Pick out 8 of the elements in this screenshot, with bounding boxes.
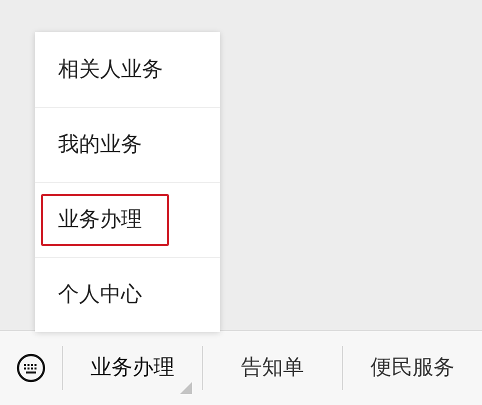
menu-item[interactable]: 个人中心 [41, 269, 159, 321]
keyboard-icon[interactable] [16, 353, 46, 383]
menu-bar-item[interactable]: 便民服务 [370, 352, 454, 384]
menu-bar-item[interactable]: 业务办理 [90, 352, 174, 384]
menu-bar-item[interactable]: 告知单 [241, 352, 304, 384]
menu-item[interactable]: 相关人业务 [41, 44, 180, 96]
menu-item[interactable]: 业务办理 [41, 194, 169, 246]
menu-item[interactable]: 我的业务 [41, 119, 159, 171]
